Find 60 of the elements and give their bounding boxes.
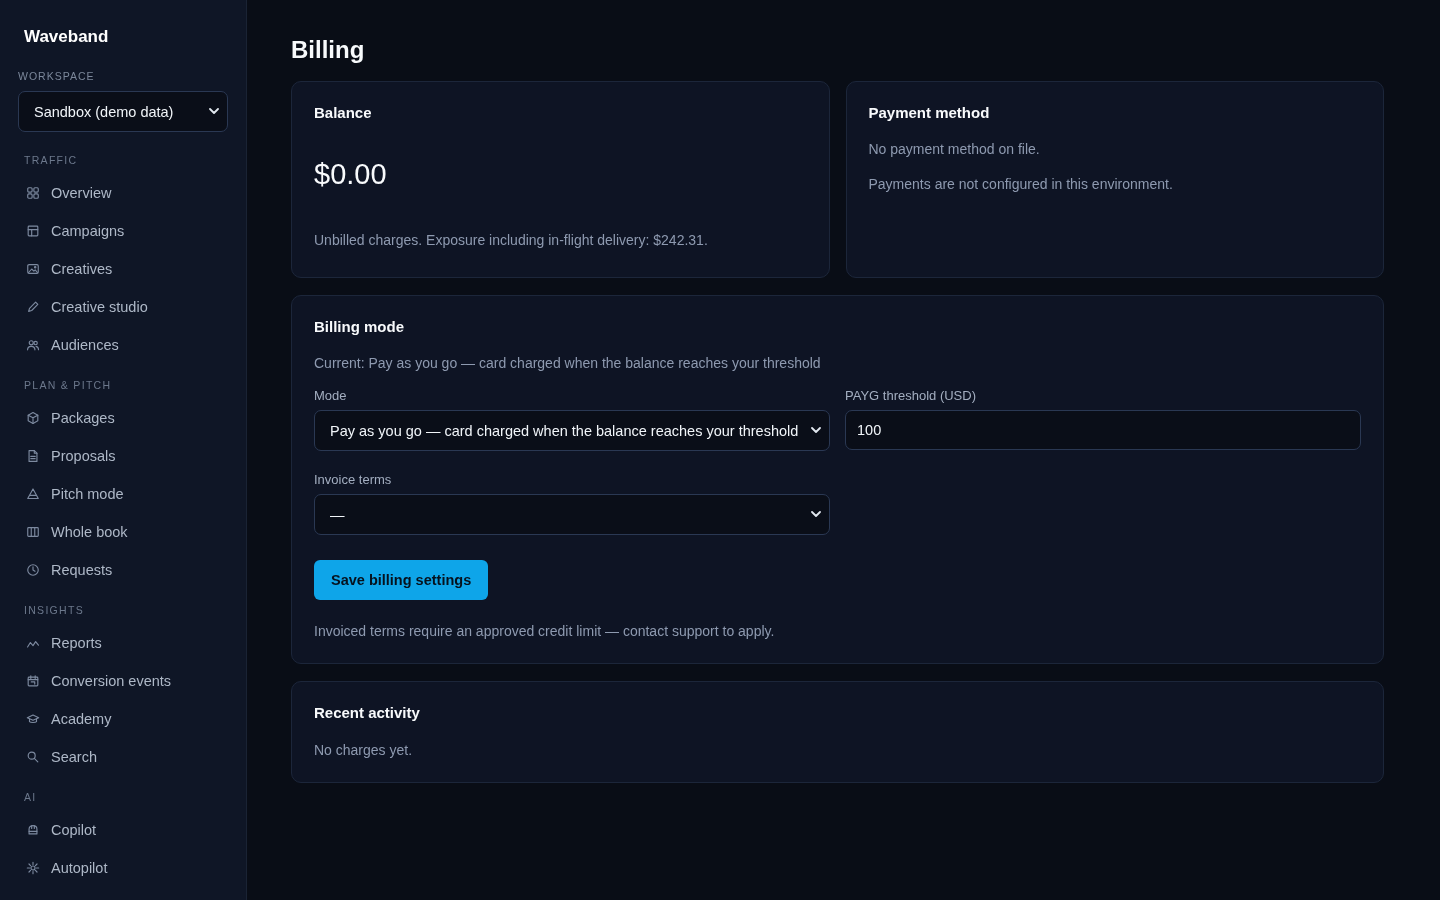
section-label: TRAFFIC [24,153,79,167]
nav-item[interactable]: Pitch mode [18,475,228,513]
calendar-icon [26,674,40,688]
nav-item[interactable]: Reports [18,624,228,662]
grid-icon [26,186,40,200]
nav-item[interactable]: Academy [18,700,228,738]
nav-item[interactable]: Conversion events [18,662,228,700]
nav-item[interactable]: Autopilot [18,849,228,887]
field-label: Invoice terms [314,471,393,489]
section-label: AI [24,790,38,804]
chevron-down-icon [811,511,821,518]
empty-state-text: No charges yet. [314,741,414,760]
pencil-icon [26,300,40,314]
nav-item[interactable]: Creative studio [18,288,228,326]
card-title: Payment method [868,103,991,123]
chevron-down-icon [811,427,821,434]
nav-item[interactable]: Whole book [18,513,228,551]
workspace-select[interactable]: Sandbox (demo data) [18,91,228,132]
bot-icon [26,823,40,837]
balance-amount: $0.00 [314,157,388,192]
triangle-icon [26,487,40,501]
clock-icon [26,563,40,577]
search-icon [26,750,40,764]
asterisk-icon [26,861,40,875]
section-label: WORKSPACE [18,69,96,83]
current-mode-text: Current: Pay as you go — card charged when the balance reaches your threshold [314,354,822,373]
payment-status-text: Payments are not configured in this environment. [868,175,1174,194]
field-label: PAYG threshold (USD) [845,387,977,405]
page-title: Billing [291,35,366,65]
dropdown-select[interactable]: — [314,494,830,535]
invoice-terms-note: Invoiced terms require an approved credit limit — contact support to apply. [314,622,776,641]
nav-item[interactable]: Proposals [18,437,228,475]
nav-item[interactable]: Campaigns [18,212,228,250]
users-icon [26,338,40,352]
nav-item[interactable]: Creatives [18,250,228,288]
nav-item[interactable]: Requests [18,551,228,589]
payment-status-text: No payment method on file. [868,140,1041,159]
cube-icon [26,411,40,425]
table-icon [26,224,40,238]
nav-item[interactable]: Overview [18,174,228,212]
card-title: Billing mode [314,317,405,337]
document-icon [26,449,40,463]
threshold-input[interactable]: 100 [845,410,1361,450]
nav-item[interactable]: Audiences [18,326,228,364]
nav-item[interactable]: Packages [18,399,228,437]
balance-note: Unbilled charges. Exposure including in-flight delivery: $242.31. [314,231,709,250]
nav-item[interactable]: Search [18,738,228,776]
brand-name: Waveband [24,27,110,47]
book-icon [26,525,40,539]
image-icon [26,262,40,276]
card-title: Recent activity [314,703,421,723]
nav-item[interactable]: Copilot [18,811,228,849]
chevron-down-icon [209,108,219,115]
section-label: INSIGHTS [24,603,85,617]
save-button[interactable]: Save billing settings [314,560,489,600]
field-label: Mode [314,387,348,405]
section-label: PLAN & PITCH [24,378,113,392]
dropdown-select[interactable]: Pay as you go — card charged when the balance reaches your threshold [314,410,830,451]
graduation-cap-icon [26,712,40,726]
card-title: Balance [314,103,373,123]
